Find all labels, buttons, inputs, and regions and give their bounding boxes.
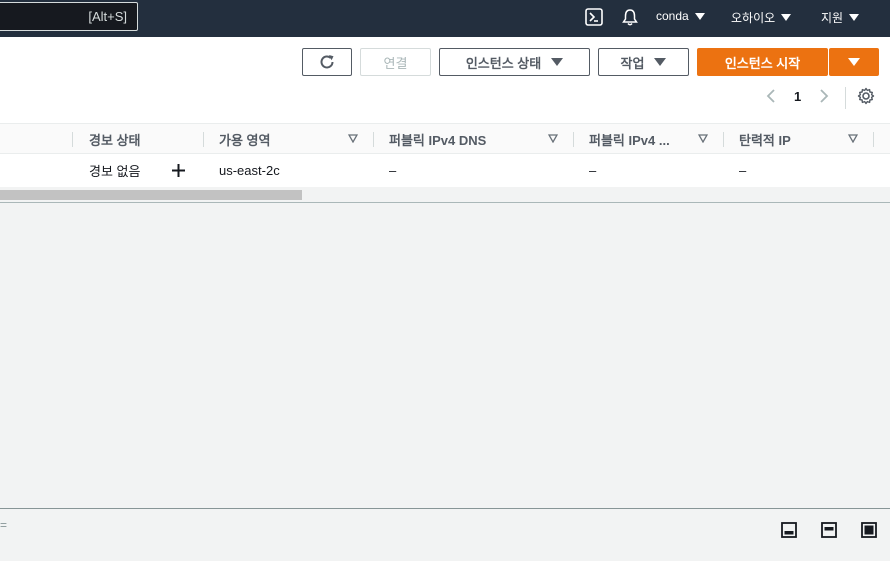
top-navigation-bar: [Alt+S] conda 오하이오 지원 [0, 0, 890, 37]
instance-state-button[interactable]: 인스턴스 상태 [439, 48, 590, 76]
chevron-down-icon [694, 12, 705, 20]
chevron-left-icon[interactable] [762, 87, 780, 105]
launch-instances-label: 인스턴스 시작 [724, 55, 801, 71]
actions-button[interactable]: 작업 [598, 48, 689, 76]
search-shortcut-hint: [Alt+S] [88, 9, 127, 24]
plus-icon[interactable] [171, 163, 186, 178]
panel-bottom-icon[interactable] [781, 522, 797, 538]
cell-public-ipv4-dns: – [389, 163, 397, 178]
column-header-availability-zone[interactable]: 가용 영역 [219, 124, 270, 154]
launch-instances-dropdown[interactable] [829, 48, 879, 76]
pager-divider [845, 87, 846, 109]
connect-button[interactable]: 연결 [360, 48, 431, 76]
cloudshell-icon[interactable] [584, 7, 604, 27]
scrollbar-thumb[interactable] [0, 190, 302, 200]
refresh-icon [320, 55, 334, 69]
bell-icon[interactable] [620, 7, 640, 27]
drag-handle-icon[interactable]: = [0, 518, 7, 532]
chevron-down-icon [849, 14, 860, 21]
instance-state-label: 인스턴스 상태 [465, 55, 542, 71]
column-divider[interactable] [573, 132, 574, 147]
caret-down-icon [551, 58, 564, 66]
refresh-button[interactable] [302, 48, 352, 76]
sort-icon[interactable] [848, 134, 858, 143]
horizontal-scrollbar[interactable] [0, 187, 890, 203]
connect-label: 연결 [383, 55, 408, 71]
cell-availability-zone: us-east-2c [219, 163, 280, 178]
cell-alarm-status: 경보 없음 [89, 164, 141, 179]
gear-icon[interactable] [857, 87, 875, 105]
column-divider[interactable] [873, 132, 874, 147]
support-label: 지원 [821, 11, 844, 25]
column-header-alarm-status[interactable]: 경보 상태 [89, 124, 140, 154]
chevron-right-icon[interactable] [815, 87, 833, 105]
panel-full-icon[interactable] [861, 522, 877, 538]
cell-public-ipv4: – [589, 163, 597, 178]
caret-down-icon [848, 58, 860, 66]
account-menu[interactable]: conda [656, 9, 705, 23]
split-panel-bar: = [0, 508, 890, 561]
account-name: conda [656, 9, 689, 23]
sort-icon[interactable] [348, 134, 358, 143]
actions-label: 작업 [620, 55, 645, 71]
region-name: 오하이오 [731, 11, 776, 25]
column-divider[interactable] [723, 132, 724, 147]
table-row[interactable]: 경보 없음 us-east-2c – – – [0, 154, 890, 187]
search-input[interactable]: [Alt+S] [0, 2, 138, 31]
column-header-public-ipv4[interactable]: 퍼블릭 IPv4 ... [589, 124, 670, 154]
column-divider[interactable] [72, 132, 73, 147]
pagination: 1 [762, 85, 833, 107]
panel-side-icon[interactable] [821, 522, 837, 538]
current-page[interactable]: 1 [794, 89, 801, 104]
support-menu[interactable]: 지원 [821, 9, 860, 26]
chevron-down-icon [781, 14, 792, 21]
sort-icon[interactable] [548, 134, 558, 143]
launch-instances-button[interactable]: 인스턴스 시작 [697, 48, 828, 76]
sort-icon[interactable] [698, 134, 708, 143]
column-header-public-ipv4-dns[interactable]: 퍼블릭 IPv4 DNS [389, 124, 486, 154]
region-menu[interactable]: 오하이오 [731, 9, 792, 26]
caret-down-icon [654, 58, 667, 66]
cell-elastic-ip: – [739, 163, 747, 178]
column-divider[interactable] [203, 132, 204, 147]
column-header-elastic-ip[interactable]: 탄력적 IP [739, 124, 791, 154]
column-divider[interactable] [373, 132, 374, 147]
table-header: 경보 상태 가용 영역 퍼블릭 IPv4 DNS 퍼블릭 IPv4 ... 탄력… [0, 123, 890, 154]
